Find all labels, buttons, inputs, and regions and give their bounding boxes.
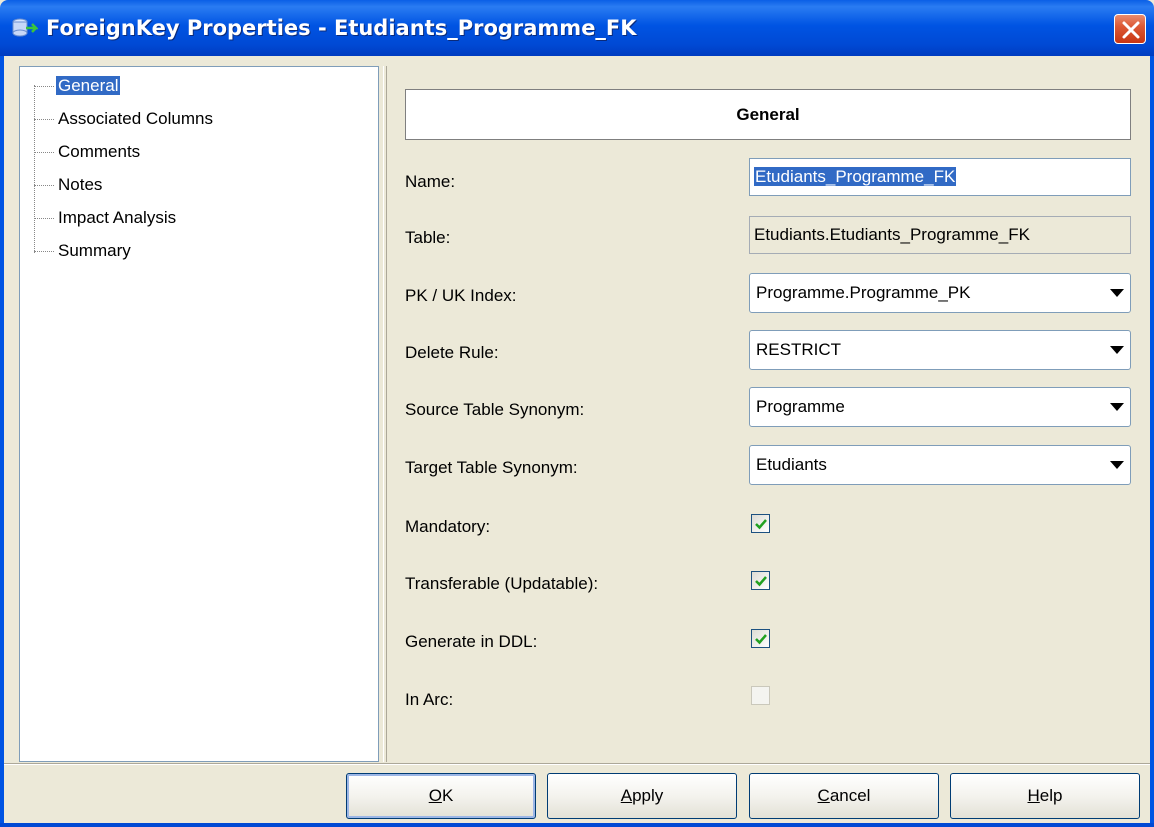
apply-mnemonic: A [620, 786, 633, 805]
source-table-synonym-dropdown[interactable]: Programme [749, 387, 1131, 427]
chevron-down-icon [1110, 289, 1124, 297]
tree-item-label: Associated Columns [58, 109, 213, 128]
tree-item-label: Comments [58, 142, 141, 161]
in-arc-checkbox [751, 686, 770, 705]
mandatory-label: Mandatory: [405, 517, 491, 536]
generate-in-ddl-checkbox[interactable] [751, 629, 770, 648]
transferable-label: Transferable (Updatable): [405, 574, 599, 593]
checkmark-icon [755, 576, 767, 587]
checkmark-icon [755, 519, 767, 530]
checkmark-icon [755, 634, 767, 645]
close-button[interactable] [1114, 14, 1146, 44]
tree-item-general[interactable]: General [34, 74, 121, 98]
name-input[interactable]: Etudiants_Programme_FK [749, 158, 1131, 196]
delete-rule-dropdown[interactable]: RESTRICT [749, 330, 1131, 370]
window-title: ForeignKey Properties - Etudiants_Progra… [46, 16, 637, 40]
source-table-synonym-value: Programme [756, 397, 845, 416]
tree-item-summary[interactable]: Summary [34, 239, 133, 263]
window-frame-left [0, 56, 4, 827]
tree-item-impact-analysis[interactable]: Impact Analysis [34, 206, 178, 230]
delete-rule-label: Delete Rule: [405, 343, 499, 362]
database-icon [12, 17, 40, 39]
table-field: Etudiants.Etudiants_Programme_FK [749, 216, 1131, 254]
pk-uk-index-value: Programme.Programme_PK [756, 283, 971, 302]
ok-button[interactable]: OK [346, 773, 536, 819]
chevron-down-icon [1110, 346, 1124, 354]
target-table-synonym-value: Etudiants [756, 455, 827, 474]
window-frame-bottom [0, 823, 1154, 827]
close-icon [1122, 21, 1140, 39]
in-arc-label: In Arc: [405, 690, 454, 709]
delete-rule-value: RESTRICT [756, 340, 841, 359]
target-table-synonym-dropdown[interactable]: Etudiants [749, 445, 1131, 485]
ok-mnemonic: O [428, 786, 442, 805]
window-frame-right [1150, 56, 1154, 827]
ok-label-rest: K [441, 786, 454, 805]
tree-item-label: Impact Analysis [58, 208, 177, 227]
table-label: Table: [405, 228, 451, 247]
tree-item-label: Summary [58, 241, 131, 260]
tree-item-label: General [56, 76, 121, 95]
cancel-button[interactable]: Cancel [749, 773, 939, 819]
cancel-mnemonic: C [817, 786, 830, 805]
apply-button[interactable]: Apply [547, 773, 737, 819]
button-bar-divider [4, 763, 1150, 765]
tree-item-notes[interactable]: Notes [34, 173, 104, 197]
title-bar[interactable]: ForeignKey Properties - Etudiants_Progra… [0, 0, 1154, 56]
section-header: General [405, 89, 1131, 140]
panel-splitter[interactable] [383, 66, 387, 762]
mandatory-checkbox[interactable] [751, 514, 770, 533]
generate-in-ddl-label: Generate in DDL: [405, 632, 538, 651]
pk-uk-index-label: PK / UK Index: [405, 286, 517, 305]
help-button[interactable]: Help [950, 773, 1140, 819]
chevron-down-icon [1110, 461, 1124, 469]
tree-item-associated-columns[interactable]: Associated Columns [34, 107, 215, 131]
pk-uk-index-dropdown[interactable]: Programme.Programme_PK [749, 273, 1131, 313]
cancel-label-rest: ancel [829, 786, 871, 805]
help-mnemonic: H [1027, 786, 1040, 805]
transferable-checkbox[interactable] [751, 571, 770, 590]
navigation-tree[interactable]: General Associated Columns Comments Note… [19, 66, 379, 762]
name-label: Name: [405, 172, 456, 191]
tree-item-comments[interactable]: Comments [34, 140, 142, 164]
chevron-down-icon [1110, 403, 1124, 411]
tree-item-label: Notes [58, 175, 103, 194]
source-table-synonym-label: Source Table Synonym: [405, 400, 585, 419]
target-table-synonym-label: Target Table Synonym: [405, 458, 578, 477]
help-label-rest: elp [1039, 786, 1063, 805]
name-value: Etudiants_Programme_FK [754, 167, 957, 186]
apply-label-rest: pply [632, 786, 664, 805]
